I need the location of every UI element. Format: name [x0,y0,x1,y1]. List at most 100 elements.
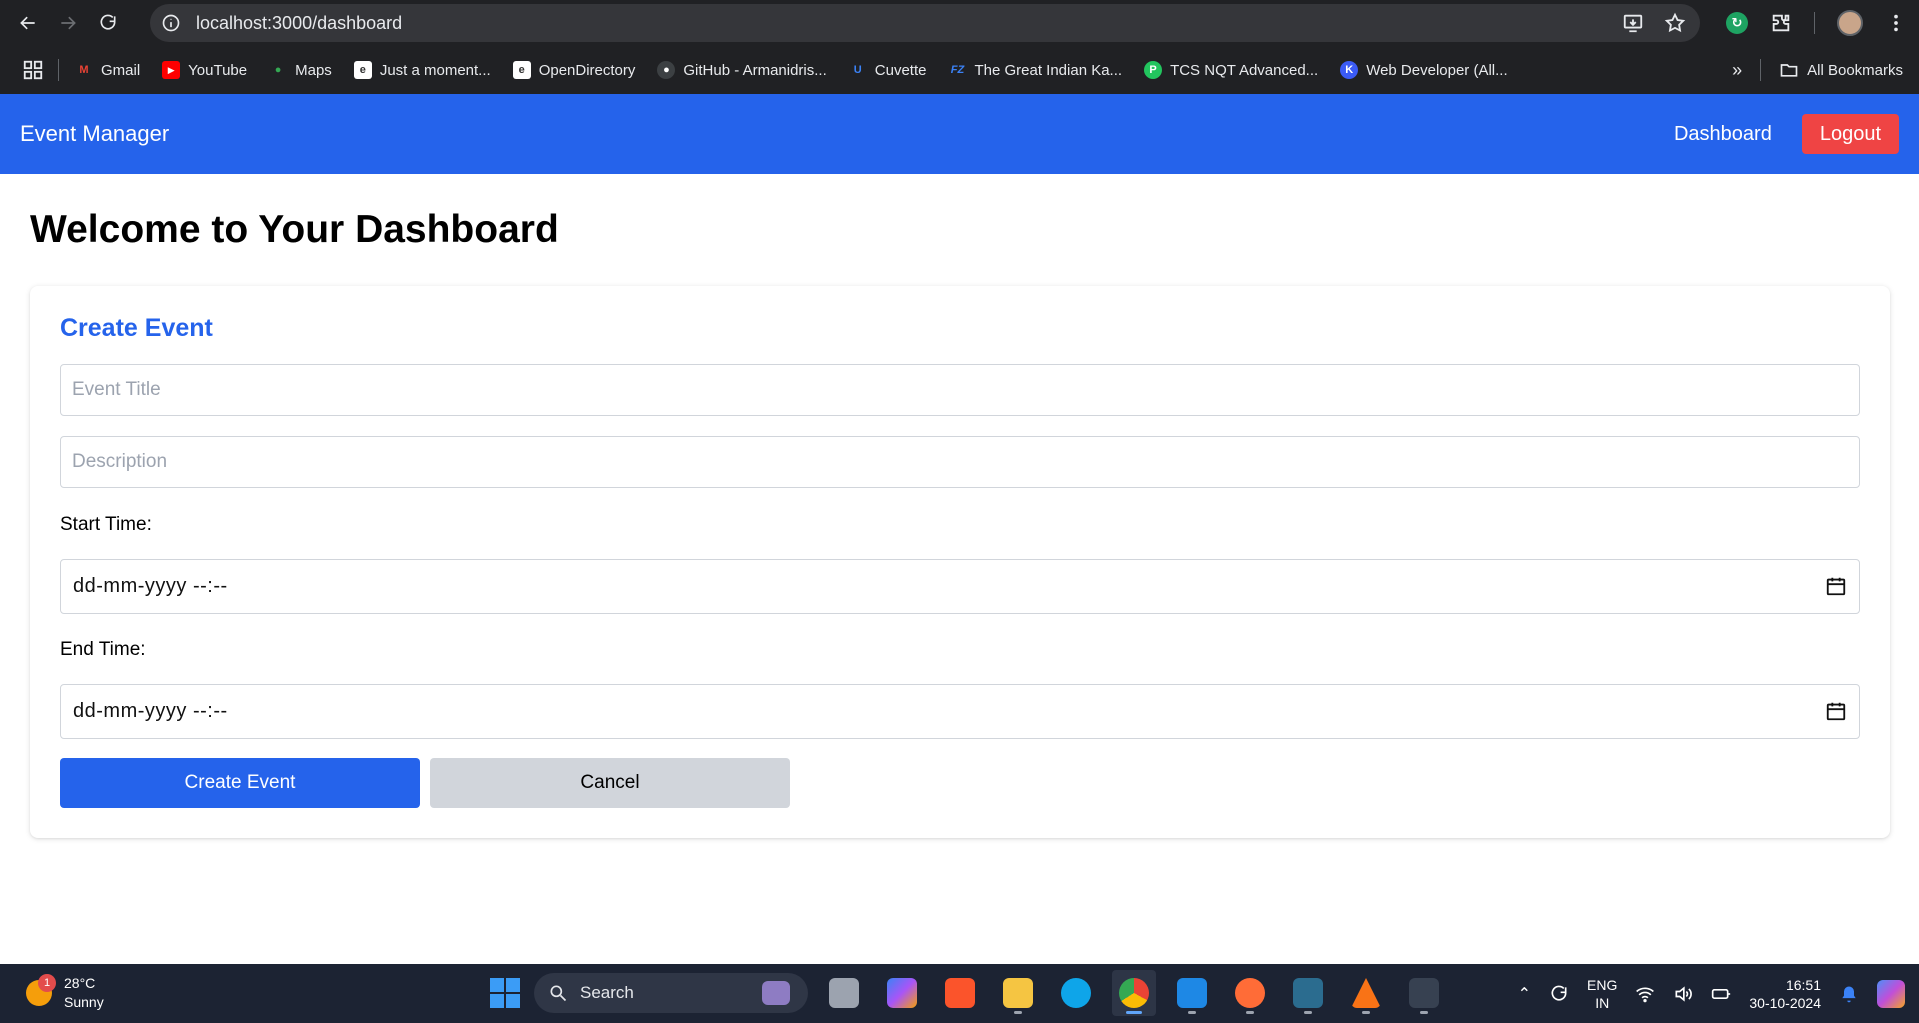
bookmark-github[interactable]: ● GitHub - Armanidris... [657,61,827,79]
clock-date: 30-10-2024 [1749,994,1821,1011]
calendar-icon[interactable] [1825,700,1847,722]
mysql-icon [1293,978,1323,1008]
edge-app[interactable] [1054,970,1098,1016]
temperature: 28°C [64,975,96,991]
bookmarks-divider [58,59,59,81]
running-indicator [1420,1011,1428,1014]
more-bookmarks-chevron-icon[interactable]: » [1732,60,1742,81]
file-explorer-app[interactable] [996,970,1040,1016]
nav-dashboard-link[interactable]: Dashboard [1674,123,1772,146]
bookmark-label: The Great Indian Ka... [974,61,1123,79]
copilot-app-icon [887,978,917,1008]
start-time-value: dd-mm-yyyy --:-- [73,575,228,597]
volume-icon[interactable] [1673,984,1693,1004]
brave-app[interactable] [938,970,982,1016]
bookmark-label: Just a moment... [379,61,491,79]
bookmark-maps[interactable]: ● Maps [269,61,332,79]
end-time-label: End Time: [60,639,146,660]
profile-avatar[interactable] [1837,10,1863,36]
vlc-icon [1351,978,1381,1008]
chrome-app[interactable] [1112,970,1156,1016]
vscode-app[interactable] [1170,970,1214,1016]
task-view-app[interactable] [822,970,866,1016]
bookmark-label: OpenDirectory [538,61,636,79]
copilot-app[interactable] [880,970,924,1016]
language-indicator[interactable]: ENG IN [1587,976,1617,1012]
url-text[interactable]: localhost:3000/dashboard [196,13,402,34]
language-bottom: IN [1595,994,1610,1011]
mysql-app[interactable] [1286,970,1330,1016]
bookmark-opendirectory[interactable]: e OpenDirectory [512,61,636,79]
gmail-icon: M [79,64,89,76]
install-app-icon[interactable] [1622,12,1644,34]
arrow-left-icon [20,16,35,30]
bookmarks-bar: M Gmail ▶ YouTube ● Maps e Just a moment… [0,46,1919,94]
bookmark-gmail[interactable]: M Gmail [75,61,140,79]
weather-widget[interactable]: 1 28°C Sunny [26,974,104,1012]
chrome-icon [1119,978,1149,1008]
battery-icon[interactable] [1711,984,1731,1004]
copilot-icon[interactable] [1877,979,1905,1008]
bookmarks-divider [1760,59,1762,81]
running-indicator [1246,1011,1254,1014]
bookmark-label: Cuvette [874,61,927,79]
terminal-icon [1409,978,1439,1008]
vscode-icon [1177,978,1207,1008]
kebab-menu-icon[interactable] [1885,12,1907,34]
back-button[interactable] [8,3,48,43]
page-title: Welcome to Your Dashboard [30,208,559,251]
postman-app[interactable] [1228,970,1272,1016]
bookmark-youtube[interactable]: ▶ YouTube [162,61,247,79]
clock[interactable]: 16:51 30-10-2024 [1749,976,1821,1012]
end-time-value: dd-mm-yyyy --:-- [73,700,228,722]
extensions-puzzle-icon[interactable] [1770,12,1792,34]
page-icon: e [353,61,372,79]
bookmark-tcs-nqt[interactable]: P TCS NQT Advanced... [1144,61,1318,79]
bookmark-great-indian[interactable]: FZ The Great Indian Ka... [948,61,1122,79]
wifi-icon[interactable] [1635,984,1655,1004]
start-button[interactable] [490,978,520,1008]
youtube-icon: ▶ [162,61,181,79]
bookmark-label: Gmail [101,61,141,79]
notification-bell-icon[interactable] [1839,984,1859,1004]
logout-button[interactable]: Logout [1801,114,1899,154]
description-input[interactable] [60,436,1860,488]
forward-button[interactable] [48,3,88,43]
page-icon: e [512,61,531,79]
weather-badge: 1 [38,974,56,992]
taskbar-search[interactable]: Search [534,973,808,1013]
cancel-button[interactable]: Cancel [430,758,790,808]
fz-icon: FZ [950,64,965,76]
extension-sync-icon[interactable]: ↻ [1726,12,1748,34]
end-time-input[interactable]: dd-mm-yyyy --:-- [60,684,1860,739]
apps-grid-icon[interactable] [22,59,44,81]
bookmark-just-a-moment[interactable]: e Just a moment... [353,61,491,79]
chevron-up-icon[interactable]: ⌃ [1518,984,1531,1004]
create-event-button[interactable]: Create Event [60,758,420,808]
address-bar[interactable]: localhost:3000/dashboard [150,4,1700,42]
edge-icon [1061,978,1091,1008]
brave-icon [945,978,975,1008]
all-bookmarks-folder[interactable]: All Bookmarks [1779,60,1903,80]
taskbar: 1 28°C Sunny Search ⌃ ENG IN 16:51 30-10… [0,964,1919,1023]
start-time-input[interactable]: dd-mm-yyyy --:-- [60,559,1860,614]
running-indicator [1126,1011,1142,1014]
calendar-icon[interactable] [1825,575,1847,597]
folder-icon [1780,64,1798,77]
github-icon: ● [657,61,676,79]
bookmark-star-icon[interactable] [1664,12,1686,34]
sync-icon[interactable] [1549,984,1569,1004]
bookmark-label: Web Developer (All... [1366,61,1508,79]
vlc-app[interactable] [1344,970,1388,1016]
site-info-icon[interactable] [160,12,182,34]
sun-icon: 1 [26,974,56,1006]
bookmark-cuvette[interactable]: U Cuvette [849,61,927,79]
language-top: ENG [1587,976,1618,993]
bookmark-web-developer[interactable]: K Web Developer (All... [1340,61,1508,79]
arrow-right-icon [61,16,76,30]
running-indicator [1188,1011,1196,1014]
reload-button[interactable] [88,3,128,43]
brand-title[interactable]: Event Manager [20,121,169,147]
terminal-app[interactable] [1402,970,1446,1016]
event-title-input[interactable] [60,364,1860,416]
